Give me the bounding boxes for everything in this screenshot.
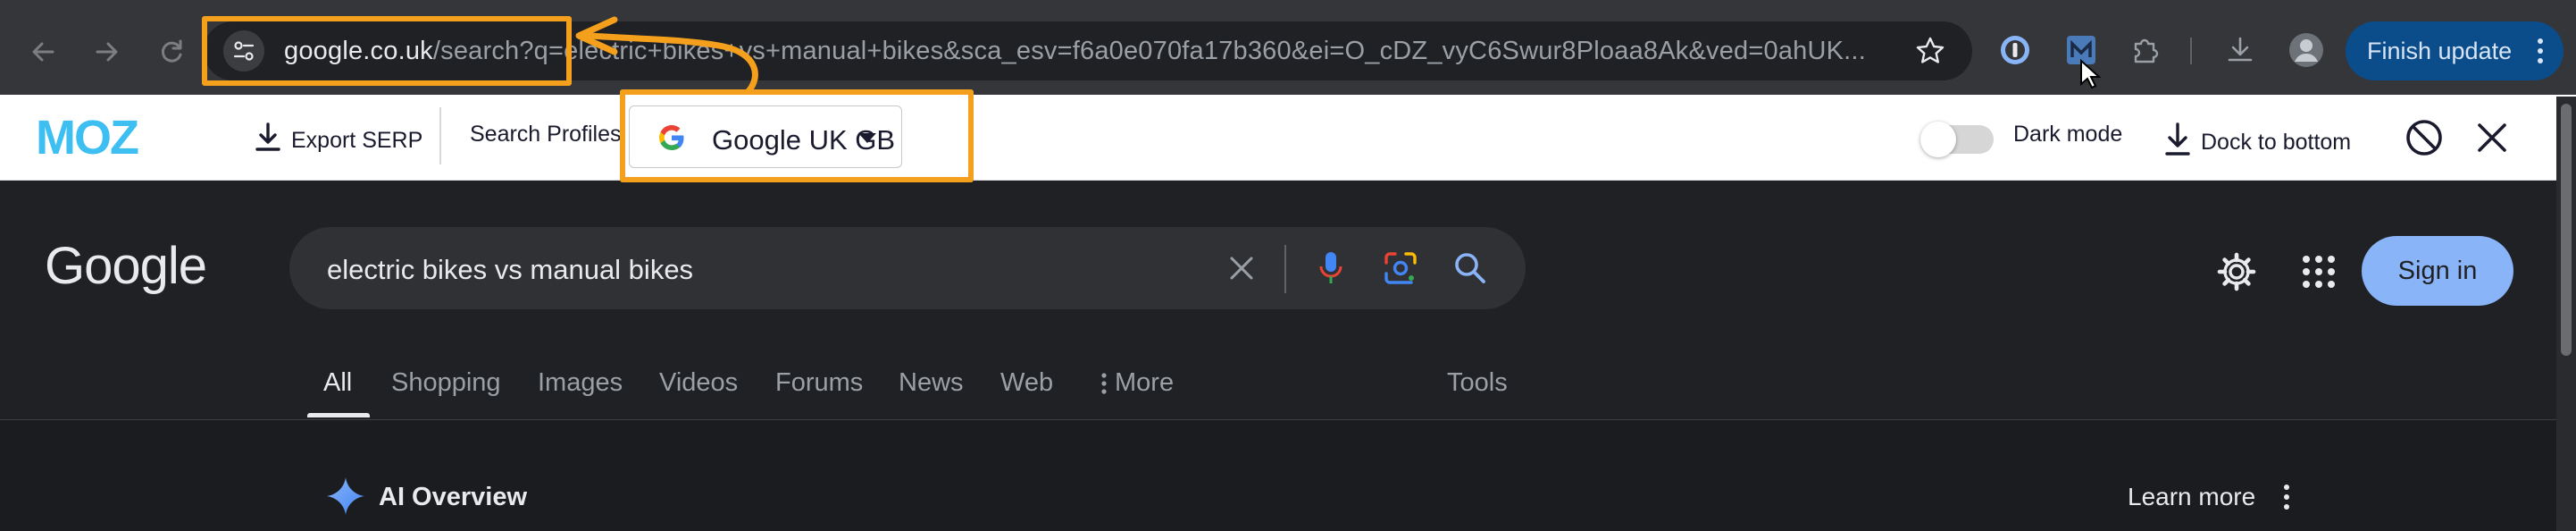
annotation-arrow (575, 16, 758, 95)
